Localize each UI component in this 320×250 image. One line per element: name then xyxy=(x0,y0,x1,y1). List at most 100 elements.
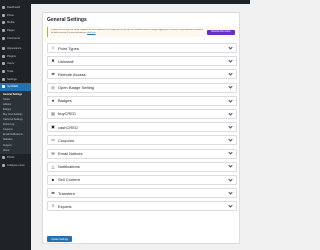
page-title: General Settings xyxy=(47,17,87,23)
sidebar-item-collapse-menu[interactable]: Collapse menu xyxy=(0,161,31,169)
chevron-down-icon[interactable] xyxy=(228,137,233,142)
sidebar-top-group: Dashboard Posts Media Pages Comments xyxy=(0,4,31,42)
sidebar-item-label: Dashboard xyxy=(7,6,21,10)
sidebar-item-label: Pages xyxy=(7,29,15,33)
export-icon: ⇧ xyxy=(51,203,55,209)
chevron-down-icon[interactable] xyxy=(228,177,233,182)
collapse-icon xyxy=(2,163,5,167)
badge-icon: ◎ xyxy=(51,84,55,90)
chevron-down-icon[interactable] xyxy=(228,58,233,63)
admin-top-bar xyxy=(0,0,250,4)
plugin-icon xyxy=(2,54,5,58)
chevron-down-icon[interactable] xyxy=(228,190,233,195)
section-exports[interactable]: ⇧ Exports xyxy=(47,201,237,212)
lock-icon: ■ xyxy=(51,176,55,182)
chevron-down-icon[interactable] xyxy=(228,124,233,129)
dashboard-icon xyxy=(2,6,5,10)
section-label: Notifications xyxy=(58,164,80,170)
chevron-down-icon[interactable] xyxy=(228,111,233,116)
sidebar-item-settings[interactable]: Settings xyxy=(0,75,31,83)
transfer-icon: ⇆ xyxy=(51,190,55,196)
sidebar-item-pages[interactable]: Pages xyxy=(0,27,31,35)
section-coupons[interactable]: ▭ Coupons xyxy=(47,135,237,146)
sidebar-item-label: Points xyxy=(7,155,15,159)
sidebar-item-label: Plugins xyxy=(7,54,16,58)
section-buycred[interactable]: ▤ buyCRED xyxy=(47,108,237,119)
section-label: Exports xyxy=(58,203,72,209)
cash-icon: ▣ xyxy=(51,124,55,130)
settings-sections: ☆ Point Types ✖ Uninstall ⇄ Remote Access ◎ Ope… xyxy=(47,43,237,214)
database-notice: Please note that myCred Toolkit Database… xyxy=(47,27,237,37)
sidebar-mid-group: Appearance Plugins Users Tools Settings xyxy=(0,45,31,83)
chevron-down-icon[interactable] xyxy=(228,45,233,50)
notice-message: Please note that myCred Toolkit Database… xyxy=(51,29,203,34)
sidebar-item-label: Tools xyxy=(7,70,14,74)
section-label: Uninstall xyxy=(58,58,74,64)
section-badges[interactable]: ★ Badges xyxy=(47,95,237,106)
page-icon xyxy=(2,29,5,33)
section-sell-content[interactable]: ■ Sell Content xyxy=(47,174,237,185)
section-label: Point Types xyxy=(58,45,79,51)
sidebar-item-points[interactable]: Points xyxy=(0,154,31,162)
chevron-down-icon[interactable] xyxy=(228,97,233,103)
sidebar-item-label: Users xyxy=(7,62,15,66)
section-label: Transfers xyxy=(58,190,75,196)
section-label: Open Badge Setting xyxy=(58,85,95,91)
sidebar-item-label: Settings xyxy=(7,77,17,81)
section-label: Sell Content xyxy=(58,177,80,183)
section-label: Email Notices xyxy=(58,151,83,156)
sidebar-item-plugins[interactable]: Plugins xyxy=(0,53,31,61)
section-notifications[interactable]: △ Notifications xyxy=(47,161,237,172)
section-label: Coupons xyxy=(58,137,75,143)
update-settings-button[interactable]: Update Settings xyxy=(47,236,72,242)
ticket-icon: ▭ xyxy=(51,137,55,143)
sidebar-item-label: Comments xyxy=(7,36,20,40)
sidebar-item-label: Posts xyxy=(7,13,14,17)
chevron-down-icon[interactable] xyxy=(228,163,233,169)
section-label: cashCRED xyxy=(58,124,78,130)
sidebar-item-posts[interactable]: Posts xyxy=(0,12,31,20)
submenu-item-about[interactable]: About xyxy=(0,148,31,153)
sidebar-item-comments[interactable]: Comments xyxy=(0,34,31,42)
section-transfers[interactable]: ⇆ Transfers xyxy=(47,188,237,199)
admin-sidebar: Dashboard Posts Media Pages Comments Appeara… xyxy=(0,4,31,250)
user-icon xyxy=(2,62,5,66)
section-email-notices[interactable]: ✉ Email Notices xyxy=(47,148,237,159)
section-label: buyCRED xyxy=(58,111,76,117)
chevron-down-icon[interactable] xyxy=(228,150,233,155)
sidebar-item-label: Appearance xyxy=(7,47,22,51)
dismiss-notice-button[interactable]: Dismiss this notice xyxy=(207,29,235,35)
envelope-icon: ✉ xyxy=(51,150,55,156)
section-point-types[interactable]: ☆ Point Types xyxy=(47,43,237,53)
sidebar-item-label: Collapse menu xyxy=(7,163,25,167)
sidebar-item-tools[interactable]: Tools xyxy=(0,68,31,76)
coin-icon xyxy=(2,155,5,159)
trash-icon: ✖ xyxy=(51,58,55,64)
brush-icon xyxy=(2,47,5,51)
section-uninstall[interactable]: ✖ Uninstall xyxy=(47,56,237,67)
section-open-badge-setting[interactable]: ◎ Open Badge Setting xyxy=(47,82,237,93)
pin-icon xyxy=(2,13,5,17)
sidebar-item-dashboard[interactable]: Dashboard xyxy=(0,4,31,12)
sidebar-item-mycred[interactable]: myCRED xyxy=(0,82,31,91)
settings-icon xyxy=(2,77,5,81)
star-icon xyxy=(2,85,5,89)
chevron-down-icon[interactable] xyxy=(228,84,233,89)
sidebar-item-media[interactable]: Media xyxy=(0,19,31,27)
section-label: Badges xyxy=(58,98,72,104)
chevron-down-icon[interactable] xyxy=(228,71,233,76)
star-icon: ☆ xyxy=(51,45,55,50)
cart-icon: ▤ xyxy=(51,110,55,116)
section-cashcred[interactable]: ▣ cashCRED xyxy=(47,122,237,133)
sidebar-item-appearance[interactable]: Appearance xyxy=(0,45,31,53)
section-remote-access[interactable]: ⇄ Remote Access xyxy=(47,69,237,80)
chevron-down-icon[interactable] xyxy=(228,203,233,208)
comment-icon xyxy=(2,36,5,40)
award-icon: ★ xyxy=(51,97,55,103)
notice-link[interactable]: click here xyxy=(87,32,95,34)
sidebar-item-users[interactable]: Users xyxy=(0,60,31,68)
mycred-submenu: General Settings Hooks Addons Badges Buy Cre… xyxy=(0,90,31,154)
media-icon xyxy=(2,21,5,25)
sidebar-bottom-group: Points Collapse menu xyxy=(0,154,31,169)
sidebar-item-label: Media xyxy=(7,21,15,25)
